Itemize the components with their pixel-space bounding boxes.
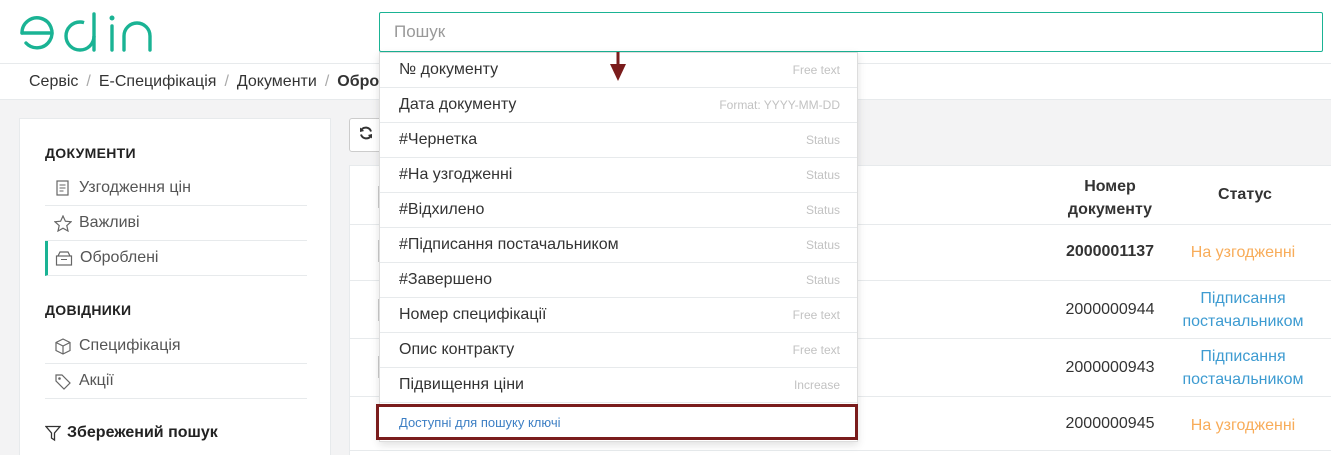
- breadcrumb-current: Обро: [337, 72, 380, 90]
- available-search-keys-link[interactable]: Доступні для пошуку ключі: [376, 404, 858, 440]
- suggestion-contract-description[interactable]: Опис контракту Free text: [380, 333, 857, 368]
- archive-icon: [54, 249, 74, 267]
- saved-search[interactable]: Збережений пошук: [45, 424, 218, 442]
- suggestion-label: #Підписання постачальником: [399, 236, 619, 253]
- annotation-arrow-down-icon: [610, 52, 626, 81]
- sidebar: ДОКУМЕНТИ Узгодження цін Важливі Обробле…: [19, 118, 331, 455]
- refresh-button[interactable]: [349, 118, 383, 152]
- document-number: 2000001137: [1065, 243, 1155, 260]
- search-box[interactable]: [379, 12, 1323, 52]
- suggestion-hint: Format: YYYY-MM-DD: [719, 98, 840, 112]
- document-number: 2000000945: [1065, 415, 1155, 432]
- saved-search-label: Збережений пошук: [67, 424, 218, 441]
- sidebar-item-important[interactable]: Важливі: [45, 206, 307, 241]
- suggestion-hint: Status: [805, 273, 840, 287]
- suggestion-hint: Free text: [792, 63, 840, 77]
- edin-logo[interactable]: [18, 12, 160, 54]
- suggestion-label: #Завершено: [399, 271, 493, 288]
- sidebar-item-specification[interactable]: Специфікація: [45, 329, 307, 364]
- search-suggestions-dropdown: № документу Free text Дата документу For…: [379, 52, 858, 442]
- status-badge: Підписання постачальником: [1182, 290, 1304, 330]
- refresh-icon: [359, 126, 373, 145]
- document-number: 2000000943: [1065, 359, 1155, 376]
- star-icon: [53, 214, 73, 232]
- suggestion-label: Дата документу: [399, 96, 517, 113]
- sidebar-item-price-approval[interactable]: Узгодження цін: [45, 171, 307, 206]
- suggestion-label: Опис контракту: [399, 341, 515, 358]
- status-badge: На узгодженні: [1190, 417, 1296, 434]
- suggestion-label: #На узгодженні: [399, 166, 513, 183]
- suggestion-hint: Free text: [792, 343, 840, 357]
- suggestion-hint: Status: [805, 133, 840, 147]
- breadcrumb-separator: /: [224, 72, 229, 90]
- suggestion-status-pending[interactable]: #На узгодженні Status: [380, 158, 857, 193]
- suggestion-label: #Чернетка: [399, 131, 478, 148]
- available-keys-label: Доступні для пошуку ключі: [399, 414, 561, 430]
- status-badge: На узгодженні: [1190, 244, 1296, 261]
- suggestion-hint: Status: [805, 203, 840, 217]
- suggestion-status-rejected[interactable]: #Відхилено Status: [380, 193, 857, 228]
- status-badge: Підписання постачальником: [1182, 348, 1304, 388]
- sidebar-item-promotions[interactable]: Акції: [45, 364, 307, 399]
- suggestion-status-draft[interactable]: #Чернетка Status: [380, 123, 857, 158]
- breadcrumb-e-specification[interactable]: Е-Специфікація: [99, 73, 217, 91]
- sidebar-documents-title: ДОКУМЕНТИ: [45, 145, 136, 161]
- suggestion-hint: Increase: [793, 378, 840, 392]
- suggestion-label: #Відхилено: [399, 201, 485, 218]
- breadcrumb-service[interactable]: Сервіс: [29, 73, 78, 91]
- suggestion-document-date[interactable]: Дата документу Format: YYYY-MM-DD: [380, 88, 857, 123]
- suggestion-status-supplier-signing[interactable]: #Підписання постачальником Status: [380, 228, 857, 263]
- suggestion-hint: Free text: [792, 308, 840, 322]
- breadcrumb-separator: /: [86, 72, 91, 90]
- column-header-document-number[interactable]: Номер документу: [1050, 175, 1170, 221]
- suggestion-status-completed[interactable]: #Завершено Status: [380, 263, 857, 298]
- breadcrumb-documents[interactable]: Документи: [237, 73, 317, 91]
- breadcrumb-separator: /: [324, 72, 330, 90]
- suggestion-hint: Status: [805, 238, 840, 252]
- column-header-status[interactable]: Статус: [1180, 186, 1310, 204]
- filter-icon: [45, 425, 61, 442]
- sidebar-item-label: Оброблені: [80, 249, 159, 266]
- table-divider: [350, 450, 1331, 451]
- suggestion-label: Номер специфікації: [399, 306, 547, 323]
- sidebar-item-label: Важливі: [79, 214, 140, 231]
- sidebar-references-title: ДОВІДНИКИ: [45, 302, 132, 318]
- suggestion-label: Підвищення ціни: [399, 376, 524, 393]
- suggestion-specification-number[interactable]: Номер специфікації Free text: [380, 298, 857, 333]
- sidebar-item-label: Акції: [79, 372, 114, 389]
- tag-icon: [53, 372, 73, 390]
- suggestion-label: № документу: [399, 61, 499, 78]
- sidebar-item-processed[interactable]: Оброблені: [45, 241, 307, 276]
- cube-icon: [53, 337, 73, 355]
- suggestion-price-increase[interactable]: Підвищення ціни Increase: [380, 368, 857, 403]
- document-number: 2000000944: [1065, 301, 1155, 318]
- sidebar-item-label: Специфікація: [79, 337, 181, 354]
- suggestion-hint: Status: [805, 168, 840, 182]
- search-input[interactable]: [380, 13, 1322, 51]
- document-icon: [53, 179, 73, 197]
- sidebar-item-label: Узгодження цін: [79, 179, 191, 196]
